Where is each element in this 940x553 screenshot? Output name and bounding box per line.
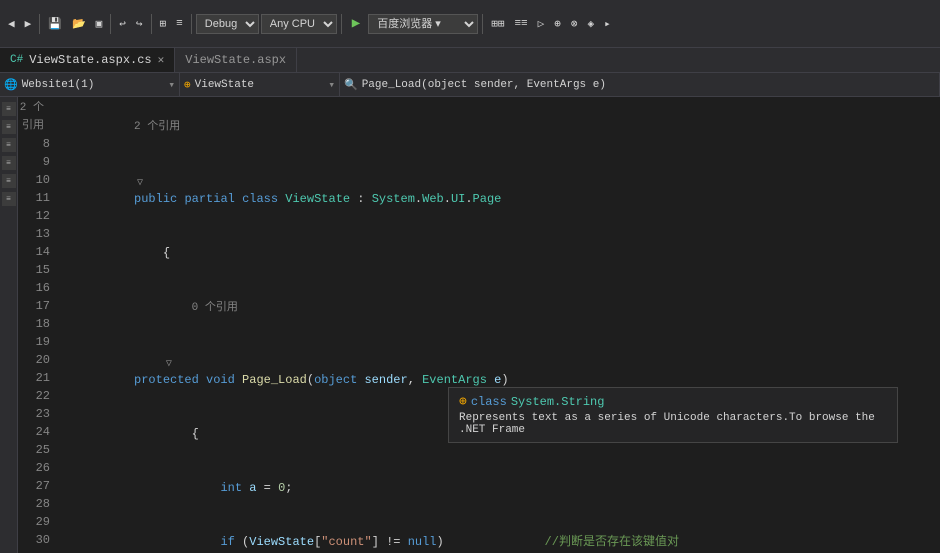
sep3 [151,14,152,34]
sep6 [482,14,483,34]
navbar-project-label: Website1(1) [22,79,95,91]
browser-select[interactable]: 百度浏览器 ▾ [368,14,478,34]
forward-btn[interactable]: ▶ [21,15,36,33]
project-icon: 🌐 [4,78,18,92]
back-btn[interactable]: ◀ [4,15,19,33]
tooltip-class-keyword: class [471,395,507,409]
sep4 [191,14,192,34]
code-content[interactable]: 2 个引用 ▽ public partial class ViewState :… [58,97,940,553]
activity-item-1[interactable]: ≡ [2,102,16,116]
activity-item-2[interactable]: ≡ [2,120,16,134]
code-editor[interactable]: 2 个引用 8 9 10 11 12 13 14 15 16 17 18 19 … [18,97,940,553]
toolbar-misc3[interactable]: ⊞⊞ [487,15,508,33]
navbar-class-label: ViewState [195,79,254,91]
line-numbers: 2 个引用 8 9 10 11 12 13 14 15 16 17 18 19 … [18,97,58,553]
toolbar-misc5[interactable]: ▷ [534,15,549,33]
toolbar-row1: ◀ ▶ 💾 📂 ▣ ↩ ↪ ⊞ ≡ Debug Any CPU ▶ 百度浏览器 … [4,12,615,36]
sep1 [39,14,40,34]
tab-cs-close[interactable]: ✕ [158,53,165,67]
activity-item-5[interactable]: ≡ [2,174,16,188]
tab-cs-icon: C# [10,54,23,66]
play-btn[interactable]: ▶ [346,15,366,32]
navbar-project-section[interactable]: 🌐 Website1(1) ▾ [0,73,180,96]
code-line-refcount-8: 2 个引用 [58,99,940,154]
code-line-9: { [58,226,940,280]
save-btn[interactable]: 💾 [44,15,66,33]
undo-btn[interactable]: ↩ [115,15,130,33]
tab-viewstate-aspx[interactable]: ViewState.aspx [175,48,297,72]
cpu-select[interactable]: Any CPU [261,14,337,34]
toolbar-misc9[interactable]: ▸ [600,15,615,33]
tab-cs-label: ViewState.aspx.cs [29,53,151,67]
code-line-8: ▽ public partial class ViewState : Syste… [58,154,940,226]
tooltip-description: Represents text as a series of Unicode c… [459,412,887,436]
toolbar-misc8[interactable]: ◈ [584,15,599,33]
tooltip-popup: ⊕ class System.String Represents text as… [448,387,898,443]
navbar-class-section[interactable]: ⊕ ViewState ▾ [180,73,340,96]
toolbar-misc4[interactable]: ≡≡ [510,16,531,32]
navbar-method-label: Page_Load(object sender, EventArgs e) [362,79,606,91]
activity-item-6[interactable]: ≡ [2,192,16,206]
toolbar-misc6[interactable]: ⊕ [550,15,565,33]
sep5 [341,14,342,34]
main-toolbar: ◀ ▶ 💾 📂 ▣ ↩ ↪ ⊞ ≡ Debug Any CPU ▶ 百度浏览器 … [0,0,940,48]
redo-btn[interactable]: ↪ [132,15,147,33]
tab-viewstate-cs[interactable]: C# ViewState.aspx.cs ✕ [0,48,175,72]
tooltip-class-name: System.String [511,395,605,409]
tab-aspx-label: ViewState.aspx [185,53,286,67]
misc1[interactable]: ⊞ [156,15,171,33]
code-line-12: int a = 0; [58,461,940,515]
file-ops[interactable]: ▣ [92,15,107,33]
navbar-method-section[interactable]: 🔍 Page_Load(object sender, EventArgs e) [340,73,940,96]
collapse-10[interactable]: ▽ [163,356,175,368]
navbar-project-arrow: ▾ [168,78,175,92]
code-line-13: if (ViewState["count"] != null) //判断是否存在… [58,515,940,553]
code-line-refcount-10: 0 个引用 [58,280,940,335]
navbar-class-arrow: ▾ [328,78,335,92]
activity-item-3[interactable]: ≡ [2,138,16,152]
sep2 [110,14,111,34]
tab-bar: C# ViewState.aspx.cs ✕ ViewState.aspx [0,48,940,73]
open-btn[interactable]: 📂 [68,15,90,33]
method-icon: 🔍 [344,78,358,92]
activity-bar: ≡ ≡ ≡ ≡ ≡ ≡ [0,97,18,553]
nav-bar: 🌐 Website1(1) ▾ ⊕ ViewState ▾ 🔍 Page_Loa… [0,73,940,97]
toolbar-misc7[interactable]: ⊗ [567,15,582,33]
collapse-8[interactable]: ▽ [134,175,146,187]
main-layout: ≡ ≡ ≡ ≡ ≡ ≡ 2 个引用 8 9 10 11 12 13 14 15 … [0,97,940,553]
tooltip-icon: ⊕ [459,394,467,409]
activity-item-4[interactable]: ≡ [2,156,16,170]
class-icon: ⊕ [184,78,191,92]
tooltip-title: ⊕ class System.String [459,394,887,409]
misc2[interactable]: ≡ [172,16,187,32]
debug-config-select[interactable]: Debug [196,14,259,34]
